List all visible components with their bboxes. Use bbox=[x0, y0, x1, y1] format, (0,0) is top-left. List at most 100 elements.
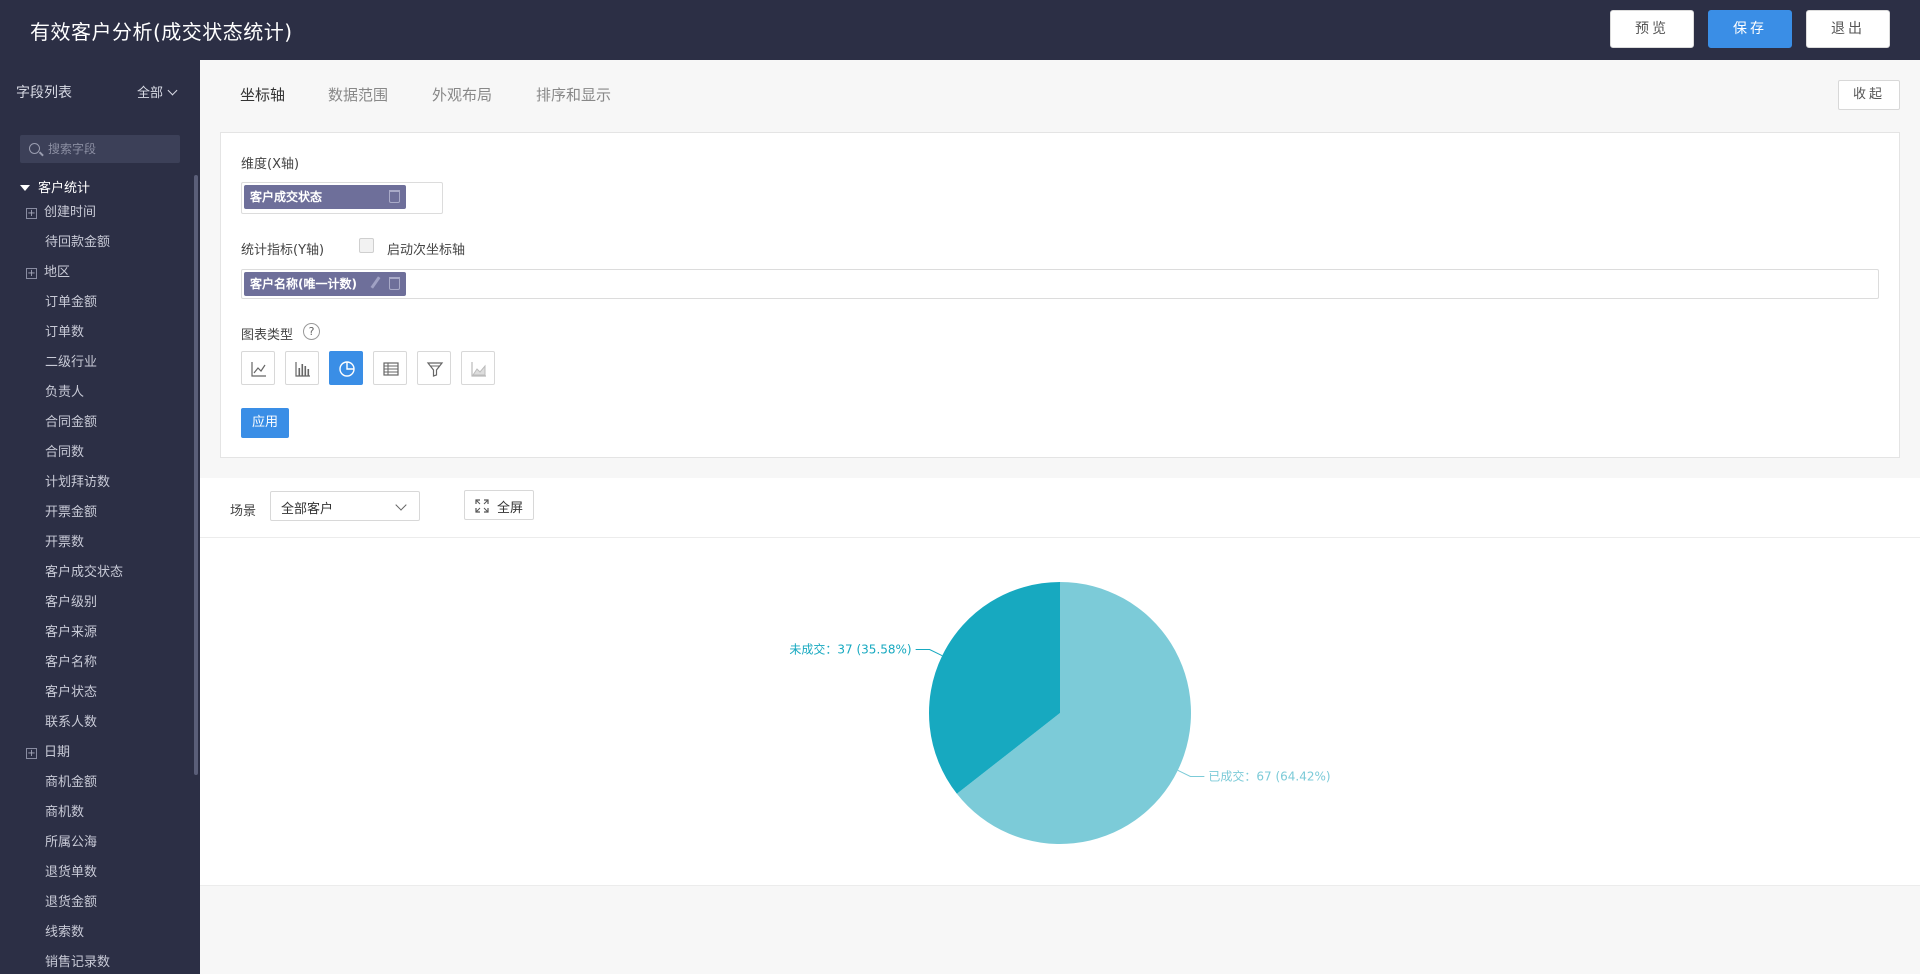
fullscreen-label: 全屏 bbox=[497, 501, 524, 516]
dimension-drop-zone[interactable]: 客户成交状态 bbox=[241, 182, 443, 214]
tree-item[interactable]: 退货单数 bbox=[0, 858, 194, 888]
tree-item[interactable]: 客户级别 bbox=[0, 588, 194, 618]
chart-type-label: 图表类型 bbox=[241, 328, 294, 343]
chart-area: 已成交：67 (64.42%) 未成交：37 (35.58%) bbox=[200, 538, 1920, 886]
chart-type-line[interactable] bbox=[241, 351, 275, 385]
tree-item[interactable]: 所属公海 bbox=[0, 828, 194, 858]
tree-item-label: 联系人数 bbox=[45, 715, 98, 730]
tree-item-label: 订单金额 bbox=[45, 295, 98, 310]
field-list-title: 字段列表 bbox=[16, 85, 72, 101]
pie-leader-line bbox=[915, 649, 943, 657]
tree-item[interactable]: 客户状态 bbox=[0, 678, 194, 708]
tree-item[interactable]: 商机数 bbox=[0, 798, 194, 828]
secondary-axis-label: 启动次坐标轴 bbox=[387, 243, 466, 258]
funnel-icon bbox=[426, 362, 444, 377]
trash-icon[interactable] bbox=[389, 190, 400, 203]
tree-item[interactable]: 退货金额 bbox=[0, 888, 194, 918]
tree-item[interactable]: 合同数 bbox=[0, 438, 194, 468]
tree-item-label: 退货单数 bbox=[45, 865, 98, 880]
pie-chart-icon bbox=[339, 361, 355, 377]
trash-icon[interactable] bbox=[389, 277, 400, 290]
tree-item-label: 待回款金额 bbox=[45, 235, 111, 250]
tab-data-range[interactable]: 数据范围 bbox=[328, 84, 388, 105]
tree-item-label: 订单数 bbox=[45, 325, 85, 340]
tree-item-label: 退货金额 bbox=[45, 895, 98, 910]
dimension-chip[interactable]: 客户成交状态 bbox=[244, 185, 406, 209]
fullscreen-icon bbox=[475, 499, 489, 513]
chevron-down-icon bbox=[395, 499, 407, 511]
tree-item[interactable]: + 日期 bbox=[0, 738, 194, 768]
chart-type-area[interactable] bbox=[461, 351, 495, 385]
expand-plus-icon[interactable]: + bbox=[26, 208, 37, 219]
chart-type-table[interactable] bbox=[373, 351, 407, 385]
secondary-axis-checkbox[interactable] bbox=[359, 238, 374, 253]
field-search-input[interactable] bbox=[48, 139, 176, 159]
collapse-button[interactable]: 收起 bbox=[1838, 80, 1900, 110]
tab-axis[interactable]: 坐标轴 bbox=[240, 84, 285, 105]
area-chart-icon bbox=[471, 362, 486, 377]
tree-item-label: 商机金额 bbox=[45, 775, 98, 790]
tree-item[interactable]: 二级行业 bbox=[0, 348, 194, 378]
scene-select[interactable]: 全部客户 bbox=[270, 491, 420, 521]
tree-item-label: 计划拜访数 bbox=[45, 475, 111, 490]
tree-item[interactable]: 合同金额 bbox=[0, 408, 194, 438]
fullscreen-button[interactable]: 全屏 bbox=[464, 490, 534, 520]
tree-item[interactable]: 负责人 bbox=[0, 378, 194, 408]
tree-item-label: 合同数 bbox=[45, 445, 85, 460]
tree-item-label: 创建时间 bbox=[44, 205, 97, 220]
pie-data-label: 未成交：37 (35.58%) bbox=[789, 642, 911, 657]
tree-item[interactable]: 订单金额 bbox=[0, 288, 194, 318]
tree-group-customer-stats[interactable]: 客户统计 bbox=[20, 177, 90, 196]
chart-type-funnel[interactable] bbox=[417, 351, 451, 385]
tree-item[interactable]: 开票数 bbox=[0, 528, 194, 558]
tree-item[interactable]: 客户来源 bbox=[0, 618, 194, 648]
tree-item-label: 开票金额 bbox=[45, 505, 98, 520]
tab-appearance[interactable]: 外观布局 bbox=[432, 84, 492, 105]
expand-plus-icon[interactable]: + bbox=[26, 748, 37, 759]
tree-item[interactable]: 客户名称 bbox=[0, 648, 194, 678]
tree-item-label: 客户成交状态 bbox=[45, 565, 124, 580]
tree-item[interactable]: 商机金额 bbox=[0, 768, 194, 798]
tree-item[interactable]: 开票金额 bbox=[0, 498, 194, 528]
chart-type-bar[interactable] bbox=[285, 351, 319, 385]
tree-item[interactable]: 订单数 bbox=[0, 318, 194, 348]
tree-item-label: 客户级别 bbox=[45, 595, 98, 610]
dimension-label: 维度(X轴) bbox=[241, 157, 300, 172]
apply-button[interactable]: 应用 bbox=[241, 408, 289, 438]
tree-item-label: 二级行业 bbox=[45, 355, 98, 370]
tree-item-label: 开票数 bbox=[45, 535, 85, 550]
chart-type-pie[interactable] bbox=[329, 351, 363, 385]
bar-chart-icon bbox=[295, 362, 310, 377]
preview-button[interactable]: 预览 bbox=[1610, 10, 1694, 48]
scene-select-value: 全部客户 bbox=[281, 502, 334, 517]
table-icon bbox=[383, 362, 399, 376]
tree-item[interactable]: 销售记录数 bbox=[0, 948, 194, 974]
field-filter-dropdown[interactable]: 全部 bbox=[137, 82, 178, 101]
tree-item[interactable]: + 创建时间 bbox=[0, 198, 194, 228]
tree-item[interactable]: 客户成交状态 bbox=[0, 558, 194, 588]
tree-item-label: 地区 bbox=[44, 265, 71, 280]
help-icon[interactable]: ? bbox=[303, 323, 320, 340]
tree-item[interactable]: 待回款金额 bbox=[0, 228, 194, 258]
exit-button[interactable]: 退出 bbox=[1806, 10, 1890, 48]
tree-item[interactable]: 联系人数 bbox=[0, 708, 194, 738]
tree-item-label: 所属公海 bbox=[45, 835, 98, 850]
line-chart-icon bbox=[251, 362, 266, 377]
tree-item[interactable]: 计划拜访数 bbox=[0, 468, 194, 498]
tree-item-label: 合同金额 bbox=[45, 415, 98, 430]
tree-item-label: 客户状态 bbox=[45, 685, 98, 700]
metric-chip[interactable]: 客户名称(唯一计数) bbox=[244, 272, 406, 296]
top-header: 有效客户分析(成交状态统计) 预览 保存 退出 bbox=[0, 0, 1920, 60]
tree-item[interactable]: 线索数 bbox=[0, 918, 194, 948]
expand-plus-icon[interactable]: + bbox=[26, 268, 37, 279]
tab-sort-display[interactable]: 排序和显示 bbox=[536, 84, 611, 105]
save-button[interactable]: 保存 bbox=[1708, 10, 1792, 48]
edit-icon[interactable] bbox=[370, 276, 381, 289]
tree-item-label: 客户名称 bbox=[45, 655, 98, 670]
tree-item-label: 线索数 bbox=[45, 925, 85, 940]
field-tree-list: + 创建时间待回款金额 + 地区订单金额订单数二级行业负责人合同金额合同数计划拜访数开… bbox=[0, 198, 194, 974]
metric-drop-zone[interactable]: 客户名称(唯一计数) bbox=[241, 269, 1879, 299]
tree-item[interactable]: + 地区 bbox=[0, 258, 194, 288]
sidebar-scrollbar[interactable] bbox=[194, 175, 198, 775]
tree-group-label: 客户统计 bbox=[38, 181, 91, 196]
